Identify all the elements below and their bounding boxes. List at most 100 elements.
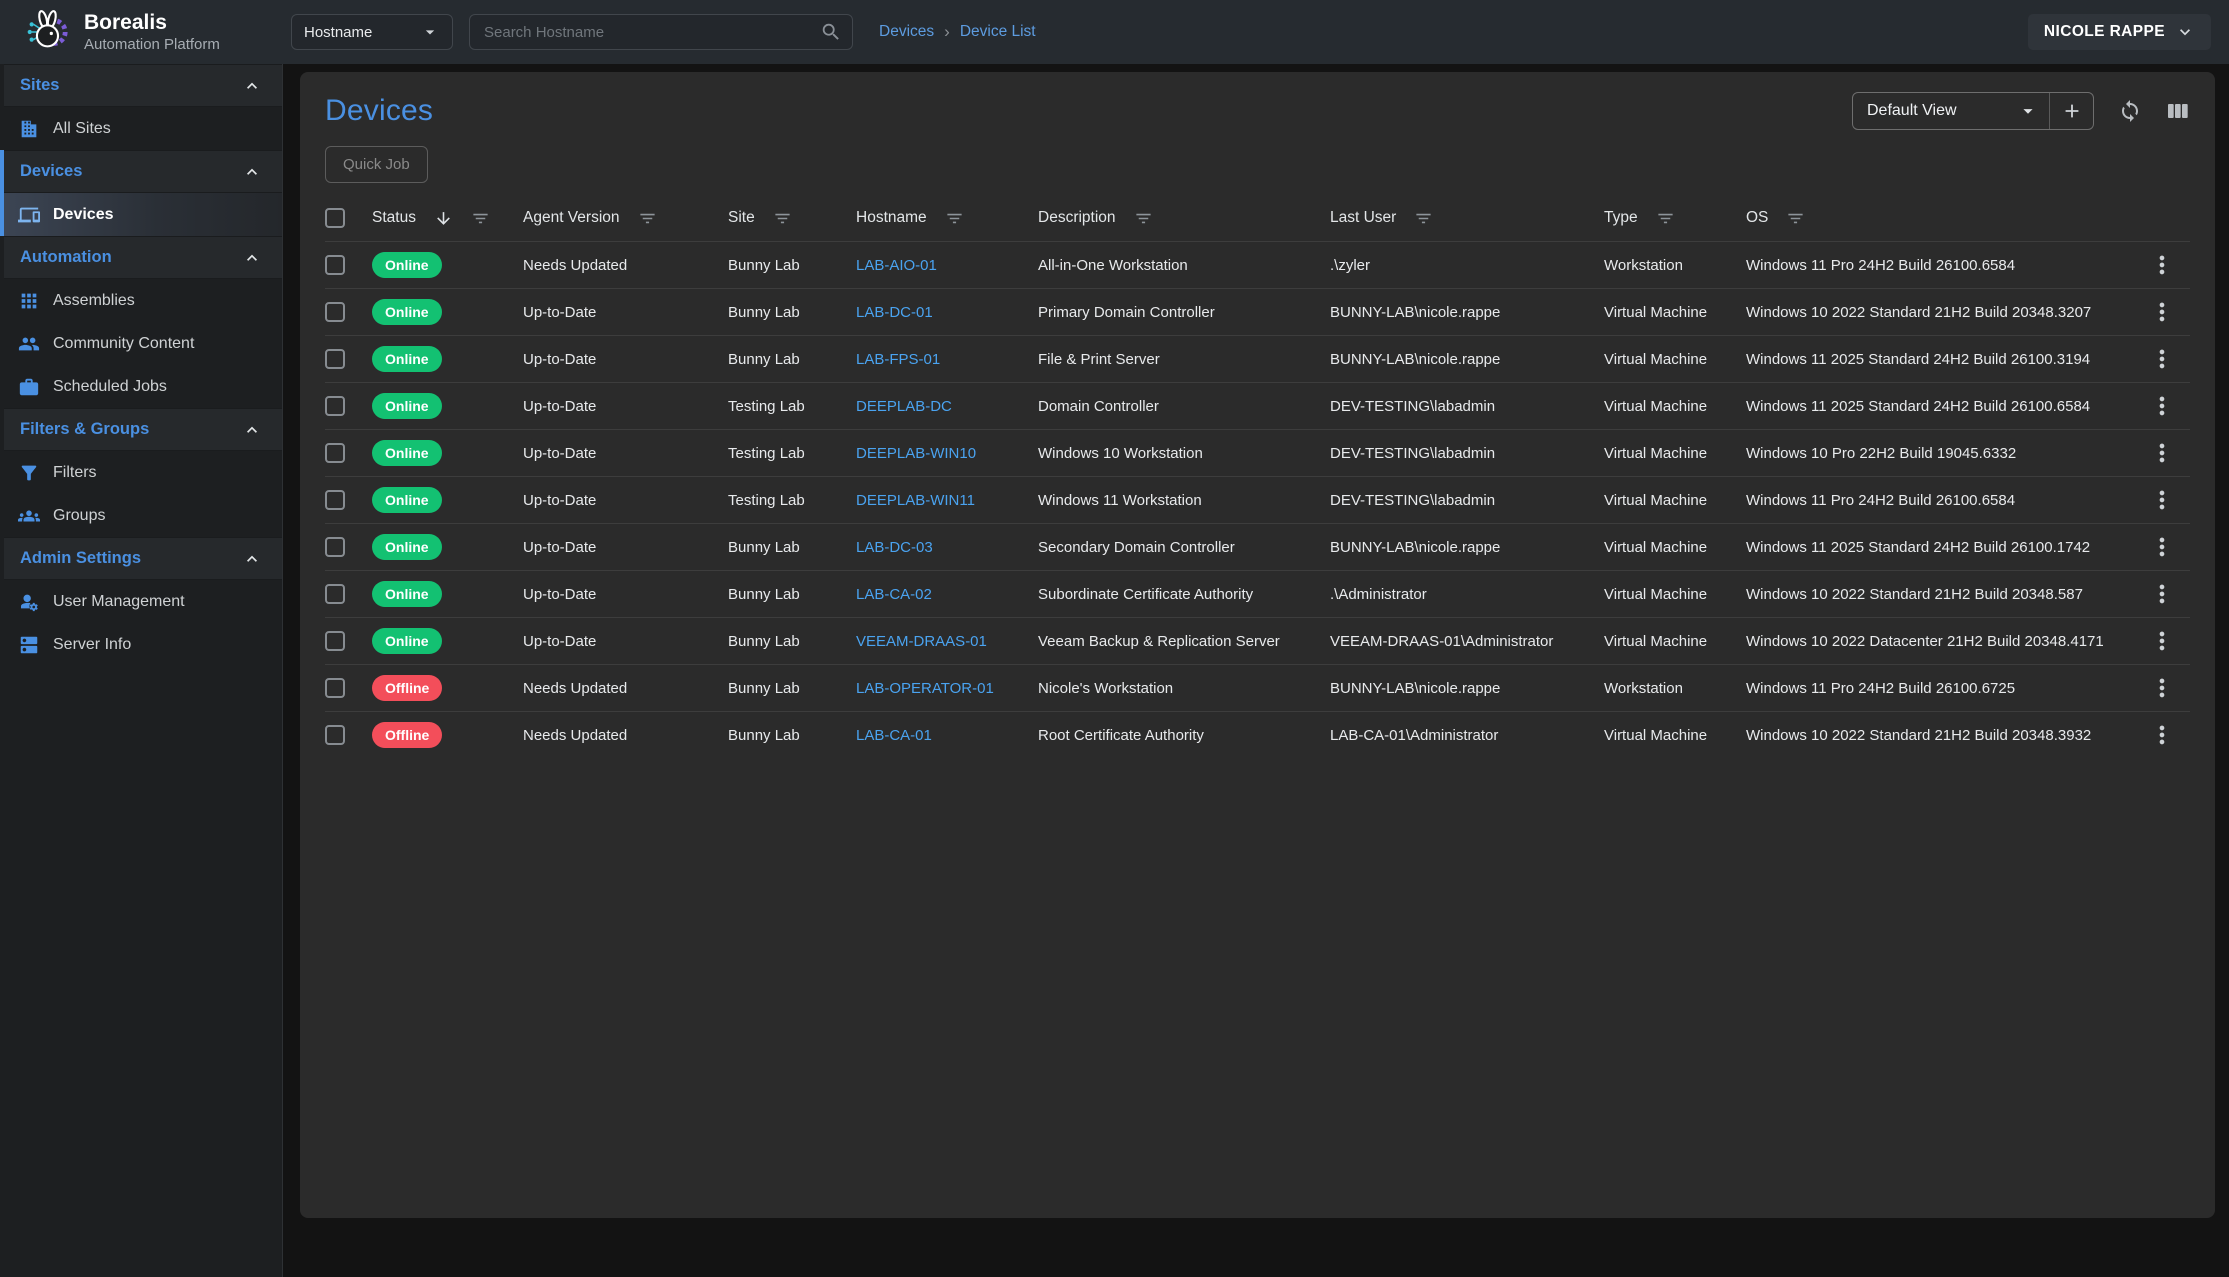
row-checkbox[interactable]: [325, 443, 345, 463]
refresh-button[interactable]: [2118, 99, 2142, 123]
row-checkbox[interactable]: [325, 302, 345, 322]
row-actions-menu[interactable]: [2148, 580, 2176, 608]
hostname-link[interactable]: LAB-CA-01: [856, 727, 932, 744]
row-checkbox[interactable]: [325, 678, 345, 698]
site-cell: Bunny Lab: [728, 727, 856, 744]
row-actions-menu[interactable]: [2148, 674, 2176, 702]
row-checkbox[interactable]: [325, 537, 345, 557]
row-checkbox[interactable]: [325, 490, 345, 510]
hostname-link[interactable]: DEEPLAB-WIN11: [856, 492, 975, 509]
section-header-devices[interactable]: Devices: [4, 150, 282, 193]
sidebar-item-community-content[interactable]: Community Content: [4, 322, 282, 365]
row-checkbox[interactable]: [325, 349, 345, 369]
status-cell: Offline: [372, 675, 523, 701]
column-header-site[interactable]: Site: [728, 209, 856, 228]
agent-version-value: Up-to-Date: [523, 586, 596, 603]
search-field-selector[interactable]: Hostname: [291, 14, 453, 50]
filter-icon-type[interactable]: [1656, 209, 1675, 228]
hostname-link[interactable]: LAB-CA-02: [856, 586, 932, 603]
agent-version-cell: Needs Updated: [523, 727, 728, 744]
breadcrumb-device-list[interactable]: Device List: [960, 23, 1036, 41]
filter-icon-status[interactable]: [471, 209, 490, 228]
status-badge: Online: [372, 252, 442, 278]
table-row: OfflineNeeds UpdatedBunny LabLAB-OPERATO…: [325, 664, 2190, 711]
site-cell: Bunny Lab: [728, 680, 856, 697]
breadcrumb-devices[interactable]: Devices: [879, 23, 934, 41]
section-header-automation[interactable]: Automation: [4, 236, 282, 279]
hostname-link[interactable]: LAB-FPS-01: [856, 351, 940, 368]
row-actions-menu[interactable]: [2148, 721, 2176, 749]
sidebar-item-scheduled-jobs[interactable]: Scheduled Jobs: [4, 365, 282, 408]
description-value: All-in-One Workstation: [1038, 257, 1188, 274]
site-value: Bunny Lab: [728, 633, 800, 650]
description-cell: Root Certificate Authority: [1038, 727, 1330, 744]
section-header-sites[interactable]: Sites: [4, 64, 282, 107]
last-user-value: DEV-TESTING\labadmin: [1330, 445, 1495, 462]
description-value: Subordinate Certificate Authority: [1038, 586, 1253, 603]
agent-version-cell: Up-to-Date: [523, 445, 728, 462]
filter-icon-site[interactable]: [773, 209, 792, 228]
sidebar-item-assemblies[interactable]: Assemblies: [4, 279, 282, 322]
sidebar-item-all-sites[interactable]: All Sites: [4, 107, 282, 150]
user-menu-label: NICOLE RAPPE: [2044, 23, 2165, 41]
user-menu-button[interactable]: NICOLE RAPPE: [2028, 14, 2211, 50]
sidebar-item-groups[interactable]: Groups: [4, 494, 282, 537]
filter-icon-description[interactable]: [1134, 209, 1153, 228]
agent-version-value: Up-to-Date: [523, 398, 596, 415]
quick-job-button[interactable]: Quick Job: [325, 146, 428, 183]
columns-button[interactable]: [2166, 99, 2190, 123]
hostname-link[interactable]: VEEAM-DRAAS-01: [856, 633, 987, 650]
column-header-os[interactable]: OS: [1746, 209, 2134, 228]
type-value: Virtual Machine: [1604, 445, 1707, 462]
sidebar-item-devices[interactable]: Devices: [4, 193, 282, 236]
row-actions-menu[interactable]: [2148, 392, 2176, 420]
os-cell: Windows 11 Pro 24H2 Build 26100.6584: [1746, 492, 2134, 509]
column-header-last_user[interactable]: Last User: [1330, 209, 1604, 228]
hostname-link[interactable]: LAB-DC-01: [856, 304, 933, 321]
row-checkbox[interactable]: [325, 725, 345, 745]
last-user-cell: DEV-TESTING\labadmin: [1330, 492, 1604, 509]
filter-icon-hostname[interactable]: [945, 209, 964, 228]
hostname-link[interactable]: DEEPLAB-WIN10: [856, 445, 976, 462]
row-actions-menu[interactable]: [2148, 439, 2176, 467]
row-checkbox[interactable]: [325, 631, 345, 651]
row-checkbox[interactable]: [325, 584, 345, 604]
column-header-status[interactable]: Status: [372, 209, 523, 228]
add-view-button[interactable]: [2049, 93, 2093, 129]
filter-icon-last_user[interactable]: [1414, 209, 1433, 228]
row-actions-menu[interactable]: [2148, 627, 2176, 655]
row-checkbox[interactable]: [325, 255, 345, 275]
type-cell: Virtual Machine: [1604, 445, 1746, 462]
row-checkbox[interactable]: [325, 396, 345, 416]
hostname-link[interactable]: DEEPLAB-DC: [856, 398, 952, 415]
sidebar-item-user-management[interactable]: User Management: [4, 580, 282, 623]
filter-icon-agent_version[interactable]: [638, 209, 657, 228]
column-header-type[interactable]: Type: [1604, 209, 1746, 228]
column-header-description[interactable]: Description: [1038, 209, 1330, 228]
hostname-link[interactable]: LAB-DC-03: [856, 539, 933, 556]
select-all-checkbox[interactable]: [325, 208, 345, 228]
row-actions-menu[interactable]: [2148, 298, 2176, 326]
column-header-hostname[interactable]: Hostname: [856, 209, 1038, 228]
search-input[interactable]: [484, 24, 820, 41]
row-actions-menu[interactable]: [2148, 533, 2176, 561]
select-all-cell: [325, 208, 372, 228]
row-actions-menu[interactable]: [2148, 486, 2176, 514]
view-selector[interactable]: Default View: [1853, 93, 2049, 129]
hostname-link[interactable]: LAB-AIO-01: [856, 257, 937, 274]
search-icon[interactable]: [820, 21, 842, 43]
sidebar-item-server-info[interactable]: Server Info: [4, 623, 282, 666]
os-value: Windows 11 2025 Standard 24H2 Build 2610…: [1746, 351, 2090, 368]
user-gear-icon: [18, 591, 40, 613]
row-actions-menu[interactable]: [2148, 345, 2176, 373]
last-user-cell: LAB-CA-01\Administrator: [1330, 727, 1604, 744]
hostname-link[interactable]: LAB-OPERATOR-01: [856, 680, 994, 697]
row-actions-menu[interactable]: [2148, 251, 2176, 279]
main-content: Devices Default View Quick J: [283, 64, 2229, 1277]
agent-version-cell: Up-to-Date: [523, 351, 728, 368]
section-header-admin-settings[interactable]: Admin Settings: [4, 537, 282, 580]
sidebar-item-filters[interactable]: Filters: [4, 451, 282, 494]
section-header-filters-groups[interactable]: Filters & Groups: [4, 408, 282, 451]
filter-icon-os[interactable]: [1786, 209, 1805, 228]
column-header-agent_version[interactable]: Agent Version: [523, 209, 728, 228]
